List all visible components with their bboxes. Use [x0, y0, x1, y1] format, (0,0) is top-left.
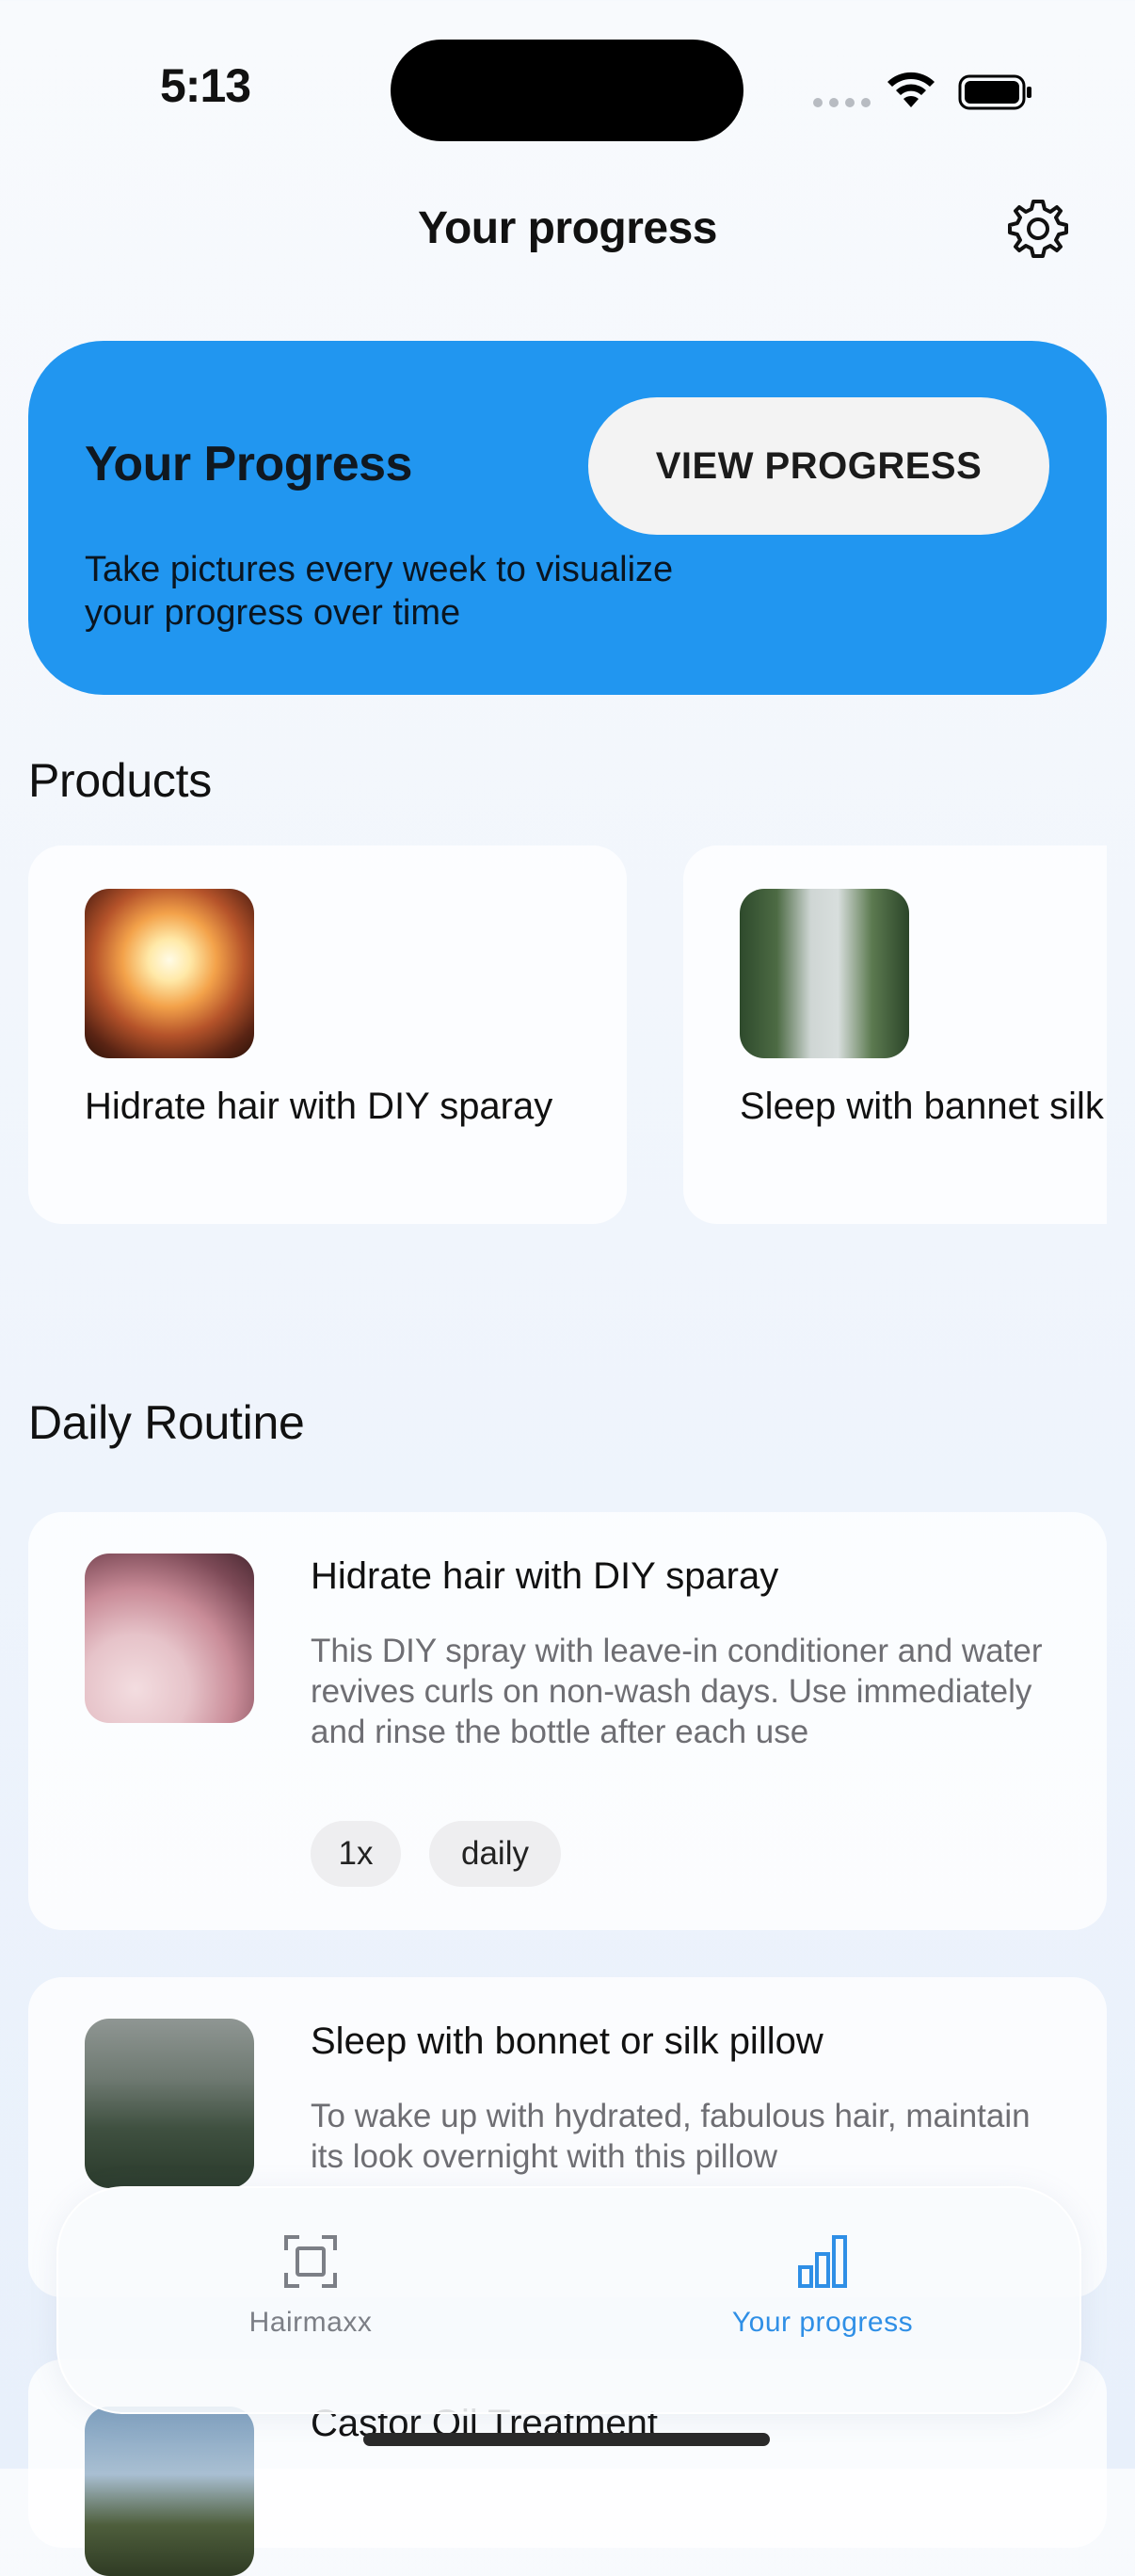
cellular-signal-icon [813, 98, 871, 107]
product-label: Hidrate hair with DIY sparay [85, 1086, 553, 1127]
progress-card-title: Your Progress [85, 437, 412, 491]
dynamic-island [391, 40, 743, 141]
routine-title: Hidrate hair with DIY sparay [311, 1555, 779, 1597]
settings-gear-icon[interactable] [1005, 196, 1071, 262]
products-heading: Products [28, 754, 212, 807]
view-progress-button[interactable]: VIEW PROGRESS [588, 397, 1049, 535]
scan-icon [284, 2235, 337, 2288]
schedule-badge: daily [429, 1821, 561, 1887]
tab-label: Hairmaxx [248, 2307, 373, 2338]
products-carousel[interactable]: Hidrate hair with DIY sparay Sleep with … [28, 845, 1107, 1224]
home-indicator [363, 2433, 770, 2446]
routine-description: To wake up with hydrated, fabulous hair,… [311, 2098, 1031, 2175]
misty-forest-photo [85, 2019, 254, 2188]
product-card[interactable]: Hidrate hair with DIY sparay [28, 845, 627, 1224]
product-label: Sleep with bannet silk pillow [740, 1086, 1107, 1127]
product-card[interactable]: Sleep with bannet silk pillow [683, 845, 1107, 1224]
battery-icon [958, 74, 1031, 110]
routine-card[interactable]: Hidrate hair with DIY sparay This DIY sp… [28, 1512, 1107, 1930]
daily-routine-heading: Daily Routine [28, 1396, 305, 1449]
tab-hairmaxx[interactable]: Hairmaxx [169, 2233, 452, 2339]
frequency-badge: 1x [311, 1821, 401, 1887]
blossom-branches-photo [85, 1554, 254, 1723]
wifi-icon [887, 72, 935, 107]
trees-fog-photo [740, 889, 909, 1058]
page-title: Your progress [417, 203, 718, 253]
building-sky-photo [85, 889, 254, 1058]
progress-card-description: Take pictures every week to visualize yo… [85, 550, 674, 633]
landscape-photo [85, 2407, 254, 2576]
bar-chart-icon [798, 2235, 847, 2288]
routine-description: This DIY spray with leave-in conditioner… [311, 1633, 1043, 1750]
tab-your-progress[interactable]: Your progress [681, 2233, 964, 2339]
routine-title: Sleep with bonnet or silk pillow [311, 2021, 823, 2062]
tab-label: Your progress [731, 2307, 914, 2338]
status-time: 5:13 [160, 59, 251, 112]
